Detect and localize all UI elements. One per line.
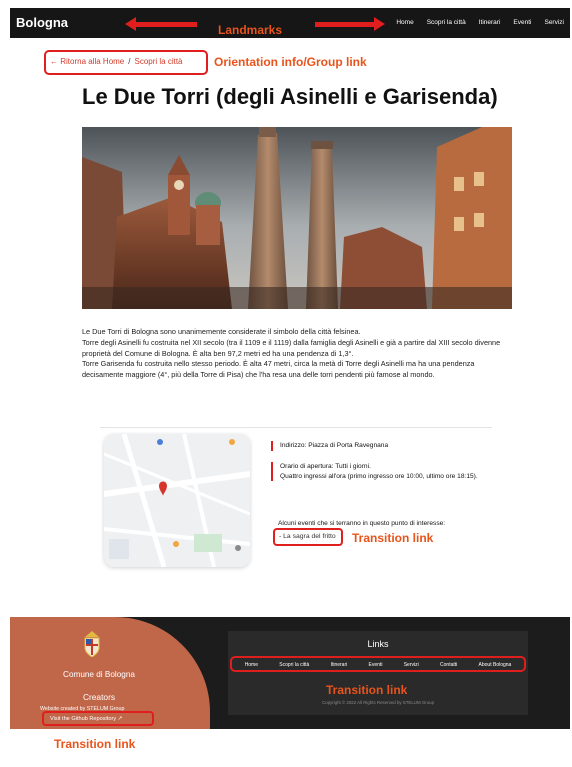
footer-link-eventi[interactable]: Eventi (369, 662, 383, 668)
coat-of-arms-icon (84, 631, 100, 657)
footer-link-servizi[interactable]: Servizi (404, 662, 419, 668)
events-label: Alcuni eventi che si terranno in questo … (278, 520, 446, 527)
landmarks-arrow-right-icon (315, 17, 385, 31)
breadcrumb: ← Ritorna alla Home / Scopri la città (50, 57, 183, 66)
map-poi-icon (157, 439, 163, 445)
footer-link-contatti[interactable]: Contatti (440, 662, 457, 668)
nav-item-itinerari[interactable]: Itinerari (479, 19, 501, 26)
breadcrumb-separator: / (128, 57, 131, 66)
map-graphic (104, 434, 250, 567)
footer: Comune di Bologna Creators Website creat… (10, 617, 570, 729)
opening-hours-entries: Quattro ingressi all'ora (primo ingresso… (280, 472, 478, 480)
description-paragraph: Le Due Torri di Bologna sono unanimement… (82, 327, 361, 336)
orientation-annotation: Orientation info/Group link (214, 55, 367, 69)
footer-link-itinerari[interactable]: Itinerari (331, 662, 348, 668)
page-title: Le Due Torri (degli Asinelli e Garisenda… (82, 84, 498, 109)
nav-menu: Home Scopri la città Itinerari Eventi Se… (396, 19, 564, 26)
map-poi-icon (229, 439, 235, 445)
site-brand[interactable]: Bologna (16, 15, 68, 30)
landmarks-arrow-left-icon (125, 17, 197, 31)
landmarks-annotation: Landmarks (218, 23, 283, 37)
footer-links-title: Links (367, 639, 389, 649)
transition-annotation: Transition link (326, 683, 408, 697)
description-text: Le Due Torri di Bologna sono unanimement… (82, 327, 512, 381)
transition-annotation: Transition link (54, 737, 136, 751)
footer-link-about[interactable]: About Bologna (479, 662, 512, 668)
location-map[interactable] (104, 434, 250, 567)
footer-comune-name: Comune di Bologna (63, 670, 135, 679)
footer-links: Home Scopri la città Itinerari Eventi Se… (228, 662, 528, 668)
nav-item-eventi[interactable]: Eventi (513, 19, 531, 26)
address-text: Indirizzo: Piazza di Porta Ravegnana (280, 442, 389, 449)
footer-brand-panel: Comune di Bologna Creators Website creat… (10, 617, 210, 729)
description-paragraph: Torre Garisenda fu costruita nello stess… (82, 359, 475, 380)
opening-hours-info: Orario di apertura: Tutti i giorni. Quat… (271, 462, 478, 481)
nav-item-scopri[interactable]: Scopri la città (427, 19, 466, 26)
event-link[interactable]: - La sagra del fritto (279, 533, 336, 540)
section-divider (100, 427, 492, 428)
breadcrumb-back-link[interactable]: ← Ritorna alla Home (50, 57, 124, 66)
transition-annotation: Transition link (352, 531, 434, 545)
copyright-text: Copyright © 2022 All Rights Reserved by … (321, 700, 435, 705)
two-towers-photo (82, 127, 512, 309)
footer-link-home[interactable]: Home (245, 662, 258, 668)
description-paragraph: Torre degli Asinelli fu costruita nel XI… (82, 337, 501, 358)
footer-creators-heading: Creators (82, 692, 116, 702)
nav-item-home[interactable]: Home (396, 19, 413, 26)
top-navigation-bar: Bologna Landmarks Home Scopri la città I… (10, 8, 570, 38)
hero-image (82, 127, 512, 309)
address-info: Indirizzo: Piazza di Porta Ravegnana (271, 441, 388, 451)
breadcrumb-current-link[interactable]: Scopri la città (134, 57, 182, 66)
map-poi-icon (173, 541, 179, 547)
footer-links-panel: Links Home Scopri la città Itinerari Eve… (228, 631, 528, 715)
footer-link-scopri[interactable]: Scopri la città (279, 662, 309, 668)
map-poi-icon (235, 545, 241, 551)
opening-hours-days: Orario di apertura: Tutti i giorni. (280, 463, 371, 470)
nav-item-servizi[interactable]: Servizi (544, 19, 564, 26)
github-repo-link[interactable]: Visit the Github Repository ↗ (50, 716, 122, 722)
